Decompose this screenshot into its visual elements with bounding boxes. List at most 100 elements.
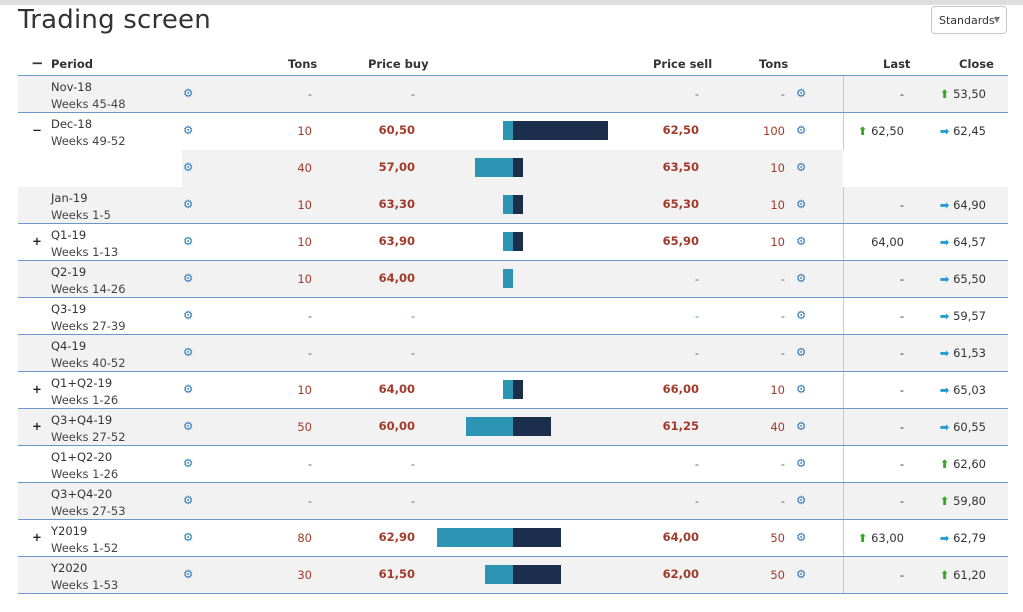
table-row[interactable]: Jan-19 Weeks 1-5 ⚙ 10 63,30 65,30 10 ⚙ - ➡ 64,90 <box>18 187 1008 224</box>
gear-icon[interactable]: ⚙ <box>796 456 806 471</box>
gear-icon[interactable]: ⚙ <box>796 382 806 397</box>
table-row[interactable]: + Q1+Q2-19 Weeks 1-26 ⚙ 10 64,00 66,00 10 ⚙ - ➡ 65… <box>18 372 1008 409</box>
gear-icon[interactable]: ⚙ <box>183 530 193 545</box>
gear-icon[interactable]: ⚙ <box>183 345 193 360</box>
price-buy[interactable]: 57,00 <box>379 160 415 174</box>
table-row[interactable]: + Y2019 Weeks 1-52 ⚙ 80 62,90 64,00 50 ⚙ ⬆ 63,00 ➡… <box>18 520 1008 557</box>
price-buy[interactable]: - <box>411 457 415 471</box>
tons-sell[interactable]: - <box>781 457 785 471</box>
gear-icon[interactable]: ⚙ <box>796 530 806 545</box>
collapse-all-icon[interactable]: − <box>31 54 44 72</box>
expand-icon[interactable]: + <box>31 381 43 397</box>
table-row[interactable]: + Q1-19 Weeks 1-13 ⚙ 10 63,90 65,90 10 ⚙ 64,00 ➡ 6… <box>18 224 1008 261</box>
tons-buy[interactable]: - <box>308 346 312 360</box>
standards-select[interactable]: Standards ▼ <box>931 6 1007 34</box>
tons-buy[interactable]: 40 <box>297 161 312 175</box>
tons-buy[interactable]: 30 <box>297 568 312 582</box>
tons-sell[interactable]: 50 <box>770 568 785 582</box>
tons-sell[interactable]: 50 <box>770 531 785 545</box>
tons-sell[interactable]: - <box>781 272 785 286</box>
price-sell[interactable]: 62,50 <box>663 123 699 137</box>
price-sell[interactable]: 63,50 <box>663 160 699 174</box>
gear-icon[interactable]: ⚙ <box>183 382 193 397</box>
price-buy[interactable]: 63,30 <box>379 197 415 211</box>
price-sell[interactable]: 64,00 <box>663 530 699 544</box>
price-sell[interactable]: - <box>695 272 699 286</box>
price-sell[interactable]: - <box>695 346 699 360</box>
gear-icon[interactable]: ⚙ <box>796 345 806 360</box>
tons-sell[interactable]: 10 <box>770 198 785 212</box>
expand-icon[interactable]: + <box>31 529 43 545</box>
price-buy[interactable]: 64,00 <box>379 382 415 396</box>
price-buy[interactable]: - <box>411 494 415 508</box>
price-buy[interactable]: 60,50 <box>379 123 415 137</box>
price-sell[interactable]: 66,00 <box>663 382 699 396</box>
tons-buy[interactable]: 80 <box>297 531 312 545</box>
table-row[interactable]: Q3+Q4-20 Weeks 27-53 ⚙ - - - - ⚙ - ⬆ 59,80 <box>18 483 1008 520</box>
gear-icon[interactable]: ⚙ <box>183 308 193 323</box>
gear-icon[interactable]: ⚙ <box>796 86 806 101</box>
price-buy[interactable]: 63,90 <box>379 234 415 248</box>
price-sell[interactable]: - <box>695 309 699 323</box>
gear-icon[interactable]: ⚙ <box>796 419 806 434</box>
tons-buy[interactable]: 10 <box>297 124 312 138</box>
tons-buy[interactable]: 10 <box>297 198 312 212</box>
gear-icon[interactable]: ⚙ <box>183 160 193 175</box>
price-sell[interactable]: 62,00 <box>663 567 699 581</box>
tons-sell[interactable]: 100 <box>763 124 785 138</box>
header-price-sell[interactable]: Price sell <box>653 57 712 71</box>
header-tons-sell[interactable]: Tons <box>759 57 788 71</box>
price-buy[interactable]: 64,00 <box>379 271 415 285</box>
gear-icon[interactable]: ⚙ <box>183 567 193 582</box>
tons-sell[interactable]: - <box>781 87 785 101</box>
price-buy[interactable]: 60,00 <box>379 419 415 433</box>
tons-buy[interactable]: - <box>308 494 312 508</box>
gear-icon[interactable]: ⚙ <box>796 197 806 212</box>
table-row[interactable]: Nov-18 Weeks 45-48 ⚙ - - - - ⚙ - ⬆ 53,50 <box>18 76 1008 113</box>
table-row[interactable]: Q4-19 Weeks 40-52 ⚙ - - - - ⚙ - ➡ 61,53 <box>18 335 1008 372</box>
tons-sell[interactable]: 10 <box>770 235 785 249</box>
price-sell[interactable]: - <box>695 87 699 101</box>
table-row[interactable]: Q2-19 Weeks 14-26 ⚙ 10 64,00- - ⚙ - ➡ 65,50 <box>18 261 1008 298</box>
tons-buy[interactable]: - <box>308 457 312 471</box>
price-sell[interactable]: - <box>695 494 699 508</box>
price-sell[interactable]: 61,25 <box>663 419 699 433</box>
gear-icon[interactable]: ⚙ <box>796 271 806 286</box>
header-tons-buy[interactable]: Tons <box>288 57 317 71</box>
tons-buy[interactable]: 50 <box>297 420 312 434</box>
price-sell[interactable]: 65,90 <box>663 234 699 248</box>
tons-buy[interactable]: 10 <box>297 235 312 249</box>
price-buy[interactable]: 61,50 <box>379 567 415 581</box>
gear-icon[interactable]: ⚙ <box>796 567 806 582</box>
header-price-buy[interactable]: Price buy <box>368 57 429 71</box>
price-sell[interactable]: 65,30 <box>663 197 699 211</box>
gear-icon[interactable]: ⚙ <box>796 123 806 138</box>
table-row[interactable]: Q3-19 Weeks 27-39 ⚙ - - - - ⚙ - ➡ 59,57 <box>18 298 1008 335</box>
gear-icon[interactable]: ⚙ <box>796 160 806 175</box>
table-row[interactable]: Y2020 Weeks 1-53 ⚙ 30 61,50 62,00 50 ⚙ - ⬆ 61,20 <box>18 557 1008 594</box>
table-row[interactable]: − Dec-18 Weeks 49-52 ⚙ 10 60,50 62,50 100 ⚙ ⬆ 62,… <box>18 113 1008 150</box>
tons-buy[interactable]: 10 <box>297 383 312 397</box>
gear-icon[interactable]: ⚙ <box>796 493 806 508</box>
gear-icon[interactable]: ⚙ <box>183 123 193 138</box>
price-buy[interactable]: - <box>411 346 415 360</box>
gear-icon[interactable]: ⚙ <box>796 308 806 323</box>
tons-buy[interactable]: 10 <box>297 272 312 286</box>
gear-icon[interactable]: ⚙ <box>183 86 193 101</box>
price-buy[interactable]: - <box>411 87 415 101</box>
header-period[interactable]: Period <box>51 57 93 71</box>
tons-sell[interactable]: - <box>781 309 785 323</box>
tons-sell[interactable]: 10 <box>770 383 785 397</box>
gear-icon[interactable]: ⚙ <box>183 271 193 286</box>
gear-icon[interactable]: ⚙ <box>796 234 806 249</box>
gear-icon[interactable]: ⚙ <box>183 419 193 434</box>
table-subrow[interactable]: ⚙ 40 57,00 63,50 10 ⚙ <box>18 150 1008 187</box>
gear-icon[interactable]: ⚙ <box>183 197 193 212</box>
expand-icon[interactable]: + <box>31 418 43 434</box>
expand-icon[interactable]: + <box>31 233 43 249</box>
gear-icon[interactable]: ⚙ <box>183 493 193 508</box>
gear-icon[interactable]: ⚙ <box>183 456 193 471</box>
tons-buy[interactable]: - <box>308 87 312 101</box>
table-row[interactable]: + Q3+Q4-19 Weeks 27-52 ⚙ 50 60,00 61,25 40 ⚙ - ➡ 6… <box>18 409 1008 446</box>
tons-sell[interactable]: - <box>781 494 785 508</box>
